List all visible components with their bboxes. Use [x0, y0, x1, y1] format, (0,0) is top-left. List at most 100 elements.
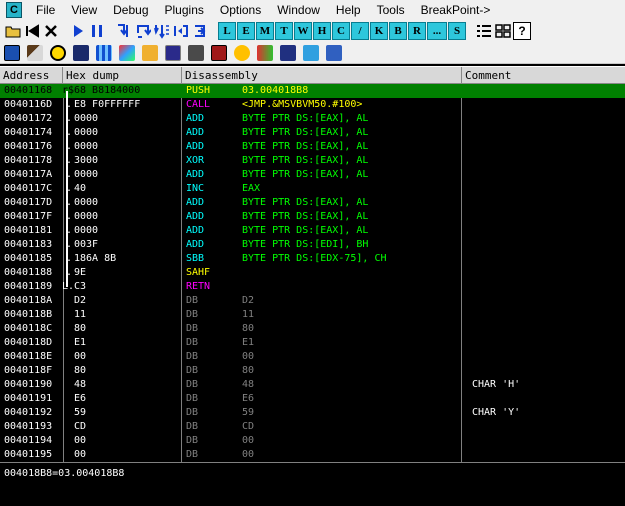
- listing-row[interactable]: 00401176. 0000 ADD BYTE PTR DS:[EAX], AL: [0, 140, 625, 154]
- handles-button[interactable]: H: [313, 22, 331, 40]
- hex-cell: 0000: [74, 127, 99, 138]
- open-folder-icon[interactable]: [4, 22, 22, 40]
- trace-over-icon[interactable]: [172, 22, 190, 40]
- pe-icon[interactable]: [2, 44, 21, 62]
- listing-row[interactable]: 0040118C 80 DB 80: [0, 322, 625, 336]
- run-icon[interactable]: [69, 22, 87, 40]
- mesh-icon[interactable]: [324, 44, 343, 62]
- operands-cell: BYTE PTR DS:[EDI], BH: [242, 239, 369, 250]
- app-icon[interactable]: C: [6, 2, 22, 18]
- operands-cell: CD: [242, 421, 255, 432]
- grid-view-icon[interactable]: [494, 22, 512, 40]
- listing-row[interactable]: 0040118B 11 DB 11: [0, 308, 625, 322]
- address-cell: 00401185: [4, 253, 53, 264]
- listing-row[interactable]: 0040117F. 0000 ADD BYTE PTR DS:[EAX], AL: [0, 210, 625, 224]
- mnemonic-cell: DB: [186, 337, 199, 348]
- disassembly-column-header[interactable]: Disassembly: [182, 67, 462, 84]
- address-cell: 0040118D: [4, 337, 53, 348]
- references-button[interactable]: R: [408, 22, 426, 40]
- menu-window[interactable]: Window: [269, 0, 328, 20]
- listing-row[interactable]: 00401174. 0000 ADD BYTE PTR DS:[EAX], AL: [0, 126, 625, 140]
- patches-button[interactable]: /: [351, 22, 369, 40]
- listing-row[interactable]: 0040118D E1 DB E1: [0, 336, 625, 350]
- operands-cell: 00: [242, 435, 255, 446]
- palette-icon[interactable]: [117, 44, 136, 62]
- mnemonic-cell: ADD: [186, 127, 205, 138]
- log-window-button[interactable]: L: [218, 22, 236, 40]
- listing-row[interactable]: 00401190 48 DB 48 CHAR 'H': [0, 378, 625, 392]
- cipher-icon[interactable]: [186, 44, 205, 62]
- mnemonic-cell: DB: [186, 435, 199, 446]
- dump-icon[interactable]: [278, 44, 297, 62]
- star-icon[interactable]: [232, 44, 251, 62]
- hammer-icon[interactable]: [25, 44, 44, 62]
- listing-row[interactable]: 00401192 59 DB 59 CHAR 'Y': [0, 406, 625, 420]
- list-view-icon[interactable]: [475, 22, 493, 40]
- execute-till-return-icon[interactable]: [191, 22, 209, 40]
- hex-column-header[interactable]: Hex dump: [63, 67, 182, 84]
- image-icon[interactable]: [209, 44, 228, 62]
- executable-modules-button[interactable]: E: [237, 22, 255, 40]
- info-text: 004018B8=03.004018B8: [4, 468, 125, 479]
- rewind-icon[interactable]: [23, 22, 41, 40]
- jump-marker: r$: [62, 85, 75, 96]
- breakpoints-button[interactable]: B: [389, 22, 407, 40]
- close-icon[interactable]: [42, 22, 60, 40]
- menu-options[interactable]: Options: [212, 0, 269, 20]
- network-icon[interactable]: [301, 44, 320, 62]
- listing-row[interactable]: 00401195 00 DB 00: [0, 448, 625, 462]
- menu-breakpoint[interactable]: BreakPoint->: [413, 0, 499, 20]
- operands-cell: 80: [242, 365, 255, 376]
- run-trace-button[interactable]: ...: [427, 22, 447, 40]
- listing-row[interactable]: 00401189 L. C3 RETN: [0, 280, 625, 294]
- listing-row[interactable]: 0040117C. 40 INC EAX: [0, 182, 625, 196]
- listing-row[interactable]: 0040116D. E8 F0FFFFFF CALL <JMP.&MSVBVM50.#…: [0, 98, 625, 112]
- windows-button[interactable]: W: [294, 22, 312, 40]
- arrow-plugin-icon[interactable]: [255, 44, 274, 62]
- disassembly-listing[interactable]: 00401168 r$ 68 B8184000 PUSH 03.004018B8 0040…: [0, 84, 625, 462]
- pause-icon[interactable]: [88, 22, 106, 40]
- menu-debug[interactable]: Debug: [105, 0, 156, 20]
- listing-row[interactable]: 00401194 00 DB 00: [0, 434, 625, 448]
- menu-plugins[interactable]: Plugins: [157, 0, 212, 20]
- radioactive-icon[interactable]: [48, 44, 67, 62]
- call-stack-button[interactable]: K: [370, 22, 388, 40]
- grid-plugin-icon[interactable]: [94, 44, 113, 62]
- comment-column-header[interactable]: Comment: [462, 67, 625, 84]
- menu-file[interactable]: File: [28, 0, 63, 20]
- listing-row[interactable]: 00401178. 3000 XOR BYTE PTR DS:[EAX], AL: [0, 154, 625, 168]
- listing-row[interactable]: 00401183. 003F ADD BYTE PTR DS:[EDI], BH: [0, 238, 625, 252]
- menu-help[interactable]: Help: [328, 0, 369, 20]
- listing-row[interactable]: 0040118E 00 DB 00: [0, 350, 625, 364]
- memory-map-button[interactable]: M: [256, 22, 274, 40]
- listing-row[interactable]: 0040117D. 0000 ADD BYTE PTR DS:[EAX], AL: [0, 196, 625, 210]
- help-icon[interactable]: ?: [513, 22, 531, 40]
- listing-row[interactable]: 00401188. 9E SAHF: [0, 266, 625, 280]
- listing-row[interactable]: 00401193 CD DB CD: [0, 420, 625, 434]
- toolbar-separator: [467, 22, 475, 40]
- listing-row[interactable]: 00401172. 0000 ADD BYTE PTR DS:[EAX], AL: [0, 112, 625, 126]
- operands-cell: 59: [242, 407, 255, 418]
- menu-view[interactable]: View: [63, 0, 105, 20]
- threads-button[interactable]: T: [275, 22, 293, 40]
- listing-row[interactable]: 0040117A. 0000 ADD BYTE PTR DS:[EAX], AL: [0, 168, 625, 182]
- source-button[interactable]: S: [448, 22, 466, 40]
- step-into-icon[interactable]: [115, 22, 133, 40]
- cpu-button[interactable]: C: [332, 22, 350, 40]
- mnemonic-cell: ADD: [186, 225, 205, 236]
- listing-row[interactable]: 00401185. 186A 8B SBB BYTE PTR DS:[EDX-75],…: [0, 252, 625, 266]
- listing-row[interactable]: 00401181. 0000 ADD BYTE PTR DS:[EAX], AL: [0, 224, 625, 238]
- hex-cell: E6: [74, 393, 87, 404]
- listing-row[interactable]: 00401191 E6 DB E6: [0, 392, 625, 406]
- hex-cell: 68 B8184000: [74, 85, 141, 96]
- listing-row[interactable]: 00401168 r$ 68 B8184000 PUSH 03.004018B8: [0, 84, 625, 98]
- trace-into-icon[interactable]: [153, 22, 171, 40]
- listing-row[interactable]: 0040118F 80 DB 80: [0, 364, 625, 378]
- folder-plugin-icon[interactable]: [140, 44, 159, 62]
- chip-icon[interactable]: [71, 44, 90, 62]
- address-column-header[interactable]: Address: [0, 67, 63, 84]
- monitor-icon[interactable]: [163, 44, 182, 62]
- step-over-icon[interactable]: [134, 22, 152, 40]
- menu-tools[interactable]: Tools: [369, 0, 413, 20]
- listing-row[interactable]: 0040118A D2 DB D2: [0, 294, 625, 308]
